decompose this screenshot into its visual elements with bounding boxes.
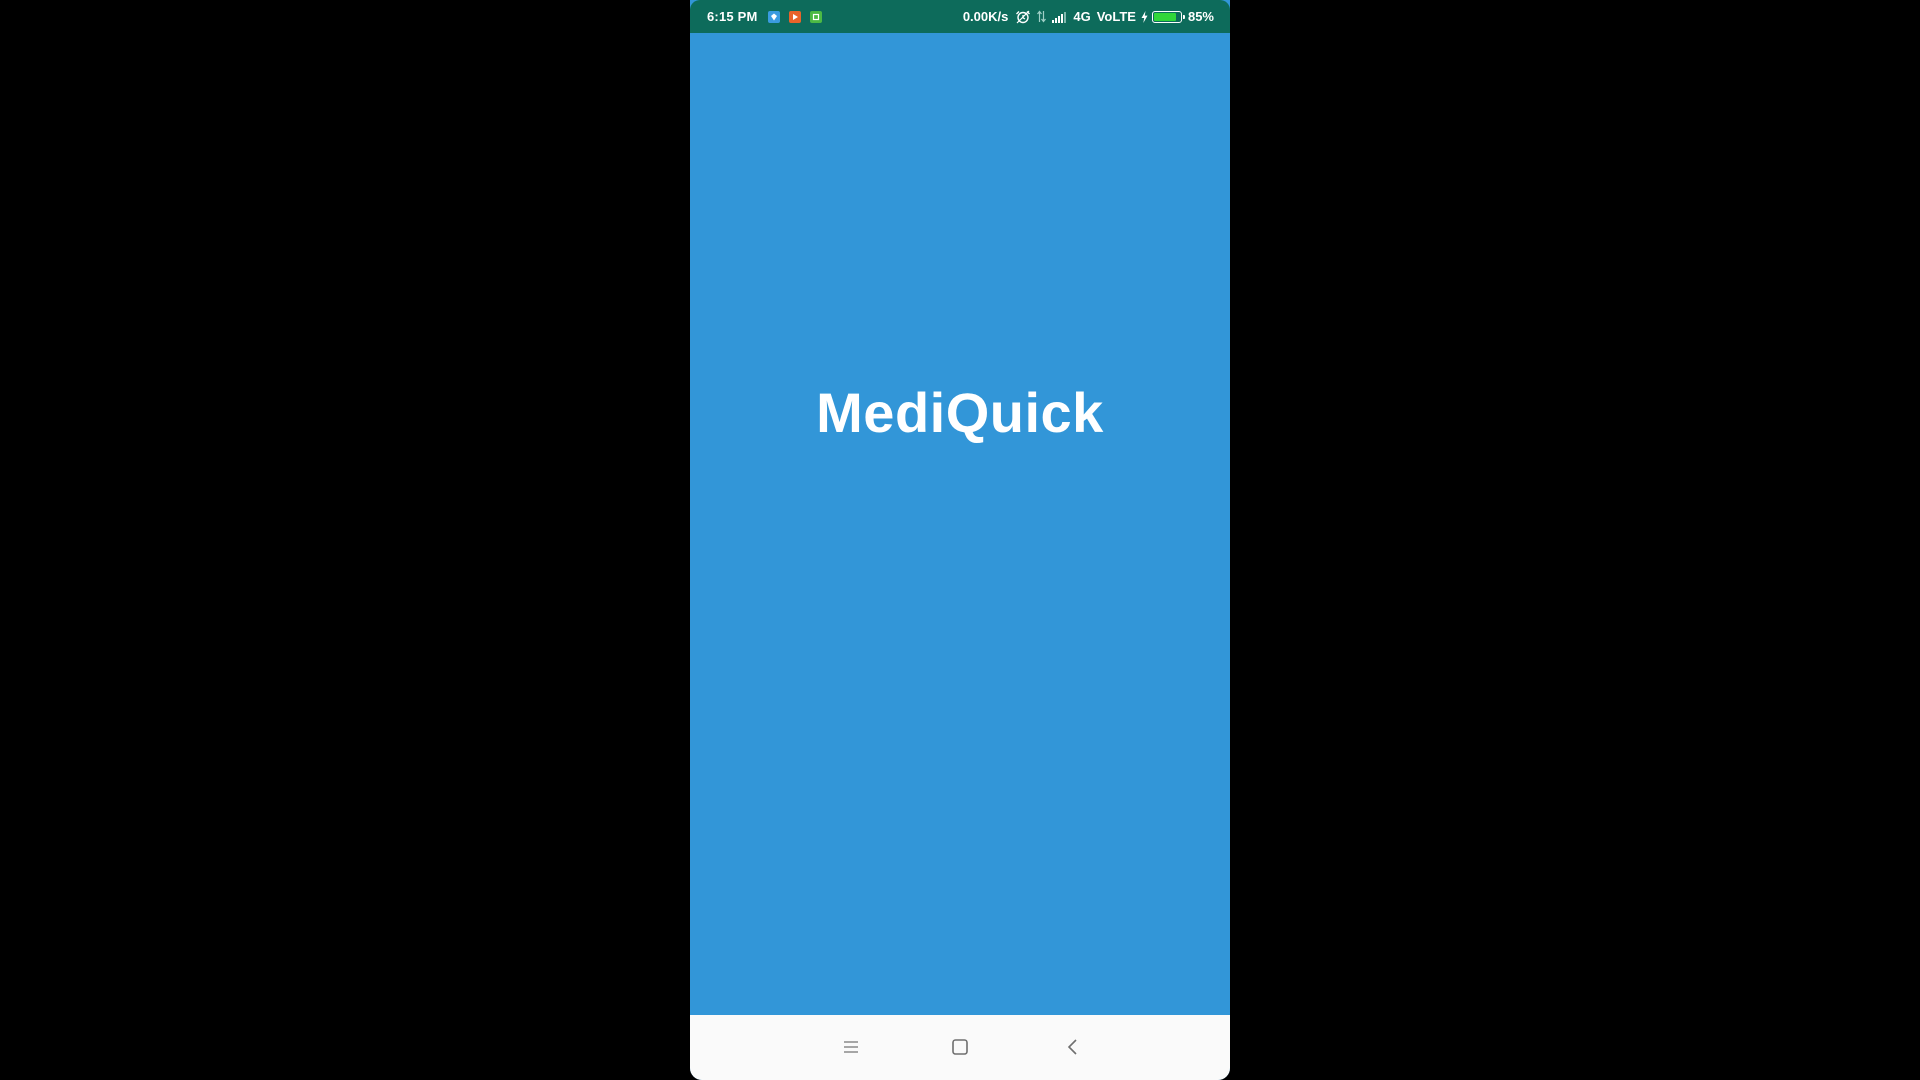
status-bar-right: 0.00K/s 4G VoLTE 85% [963,9,1214,24]
battery-icon [1151,10,1185,23]
home-icon[interactable] [948,1035,972,1059]
app-notification-green-icon [809,10,822,23]
signal-strength-icon [1052,11,1067,23]
status-time: 6:15 PM [707,9,758,24]
network-type: 4G [1073,9,1091,24]
battery-percent: 85% [1187,9,1214,24]
battery-level-fill [1153,12,1177,21]
network-speed: 0.00K/s [962,9,1009,24]
charging-bolt-icon [1141,10,1148,23]
status-bar-left: 6:15 PM [707,9,831,24]
app-notification-orange-icon [788,10,801,23]
alarm-icon [1015,10,1031,24]
phone-screen: 6:15 PM 0.00K/s 4G VoLTE 85% MediQuick [690,0,1230,1080]
volte-indicator: VoLTE [1096,9,1136,24]
menu-icon[interactable] [839,1035,863,1059]
navigation-bar [690,1015,1230,1080]
app-notification-blue-icon [767,10,780,23]
app-title: MediQuick [816,381,1104,444]
data-transfer-icon [1037,10,1047,23]
back-icon[interactable] [1061,1035,1085,1059]
status-bar: 6:15 PM 0.00K/s 4G VoLTE 85% [690,0,1230,33]
